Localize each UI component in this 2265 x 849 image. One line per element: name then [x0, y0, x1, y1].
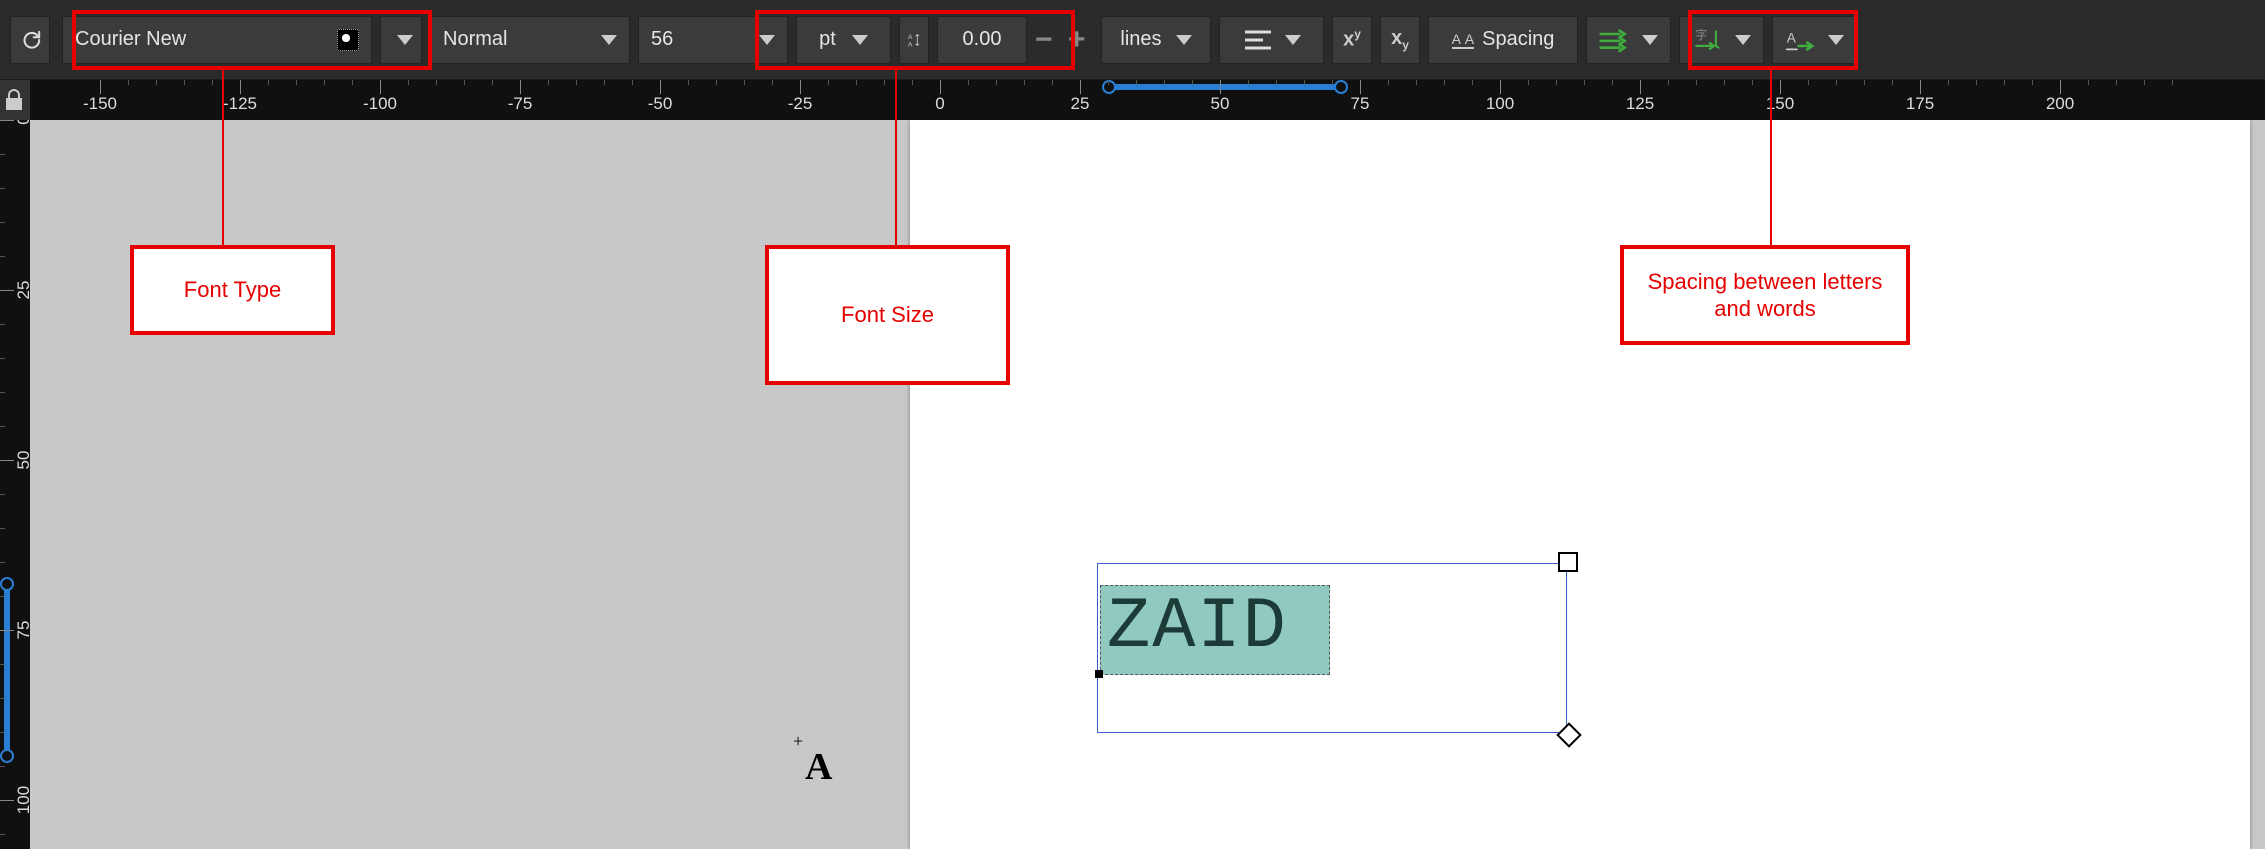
increase-spacing-button[interactable]: + [1068, 23, 1093, 57]
chevron-down-icon [1642, 35, 1658, 45]
font-unit-value: pt [819, 28, 836, 51]
selection-handle[interactable] [1095, 670, 1103, 678]
line-unit-selector[interactable]: lines [1101, 16, 1211, 64]
svg-text:A: A [908, 41, 913, 48]
font-size-value: 56 [651, 28, 673, 51]
svg-text:A: A [908, 33, 913, 40]
font-family-dropdown[interactable] [380, 16, 422, 64]
spacing-button[interactable]: A A Spacing [1428, 16, 1578, 64]
h-ruler-slider[interactable] [1110, 84, 1340, 90]
svg-text:字: 字 [1695, 27, 1707, 42]
text-direction-button[interactable] [1586, 16, 1671, 64]
subscript-button[interactable]: xy [1380, 16, 1420, 64]
annotation-label-font-size: Font Size [765, 245, 1010, 385]
font-family-value: Courier New [75, 28, 186, 51]
text-flow-icon: A [1785, 27, 1814, 53]
subscript-icon: xy [1391, 27, 1409, 52]
chevron-down-icon [601, 35, 617, 45]
font-style-selector[interactable]: Normal [430, 16, 630, 64]
chevron-down-icon [397, 35, 413, 45]
canvas-area[interactable]: ZAID +A [30, 120, 2265, 849]
annotation-line [222, 70, 224, 245]
font-style-value: Normal [443, 28, 507, 51]
font-preview-icon [337, 29, 359, 51]
align-left-icon [1243, 28, 1273, 52]
decrease-spacing-button[interactable]: − [1035, 23, 1060, 57]
superscript-button[interactable]: xy [1332, 16, 1372, 64]
line-spacing-input[interactable]: 0.00 [937, 16, 1027, 64]
svg-text:A: A [1787, 30, 1797, 45]
glyph-rotation-icon: 字 [1692, 25, 1721, 55]
horizontal-ruler[interactable]: -150-125-100-75-50-250255075100125150175… [30, 80, 2265, 120]
text-content: ZAID [1101, 586, 1288, 668]
text-direction-icon [1599, 27, 1628, 53]
chevron-down-icon [1828, 35, 1844, 45]
chevron-down-icon [759, 35, 775, 45]
line-unit-value: lines [1120, 28, 1161, 51]
chevron-down-icon [1176, 35, 1192, 45]
chevron-down-icon [1735, 35, 1751, 45]
font-size-unit[interactable]: pt [796, 16, 891, 64]
v-ruler-slider[interactable] [4, 585, 10, 755]
chevron-down-icon [852, 35, 868, 45]
text-toolbar: Courier New Normal 56 pt A A 0.00 − + li… [0, 0, 2265, 80]
line-spacing-icon: A A [908, 26, 920, 54]
lock-icon[interactable] [4, 88, 24, 117]
line-spacing-icon-button[interactable]: A A [899, 16, 929, 64]
annotation-label-spacing: Spacing between letters and words [1620, 245, 1910, 345]
redo-button[interactable] [10, 16, 50, 64]
spacing-label: Spacing [1482, 28, 1554, 51]
text-selection[interactable]: ZAID [1100, 585, 1330, 675]
font-size-input[interactable]: 56 [638, 16, 788, 64]
resize-handle-ne[interactable] [1558, 552, 1578, 572]
annotation-label-font-type: Font Type [130, 245, 335, 335]
spacing-icon: A A [1452, 31, 1475, 49]
redo-icon [19, 27, 41, 53]
text-align-selector[interactable] [1219, 16, 1324, 64]
text-flow-button[interactable]: A [1772, 16, 1857, 64]
line-spacing-value: 0.00 [963, 28, 1002, 51]
superscript-icon: xy [1343, 27, 1361, 52]
annotation-line [895, 70, 897, 245]
glyph-rotation-button[interactable]: 字 [1679, 16, 1764, 64]
annotation-line [1770, 70, 1772, 245]
text-tool-cursor: +A [805, 745, 832, 789]
vertical-ruler[interactable]: 0255075100 [0, 120, 30, 849]
page[interactable] [910, 120, 2250, 849]
chevron-down-icon [1285, 35, 1301, 45]
font-family-selector[interactable]: Courier New [62, 16, 372, 64]
